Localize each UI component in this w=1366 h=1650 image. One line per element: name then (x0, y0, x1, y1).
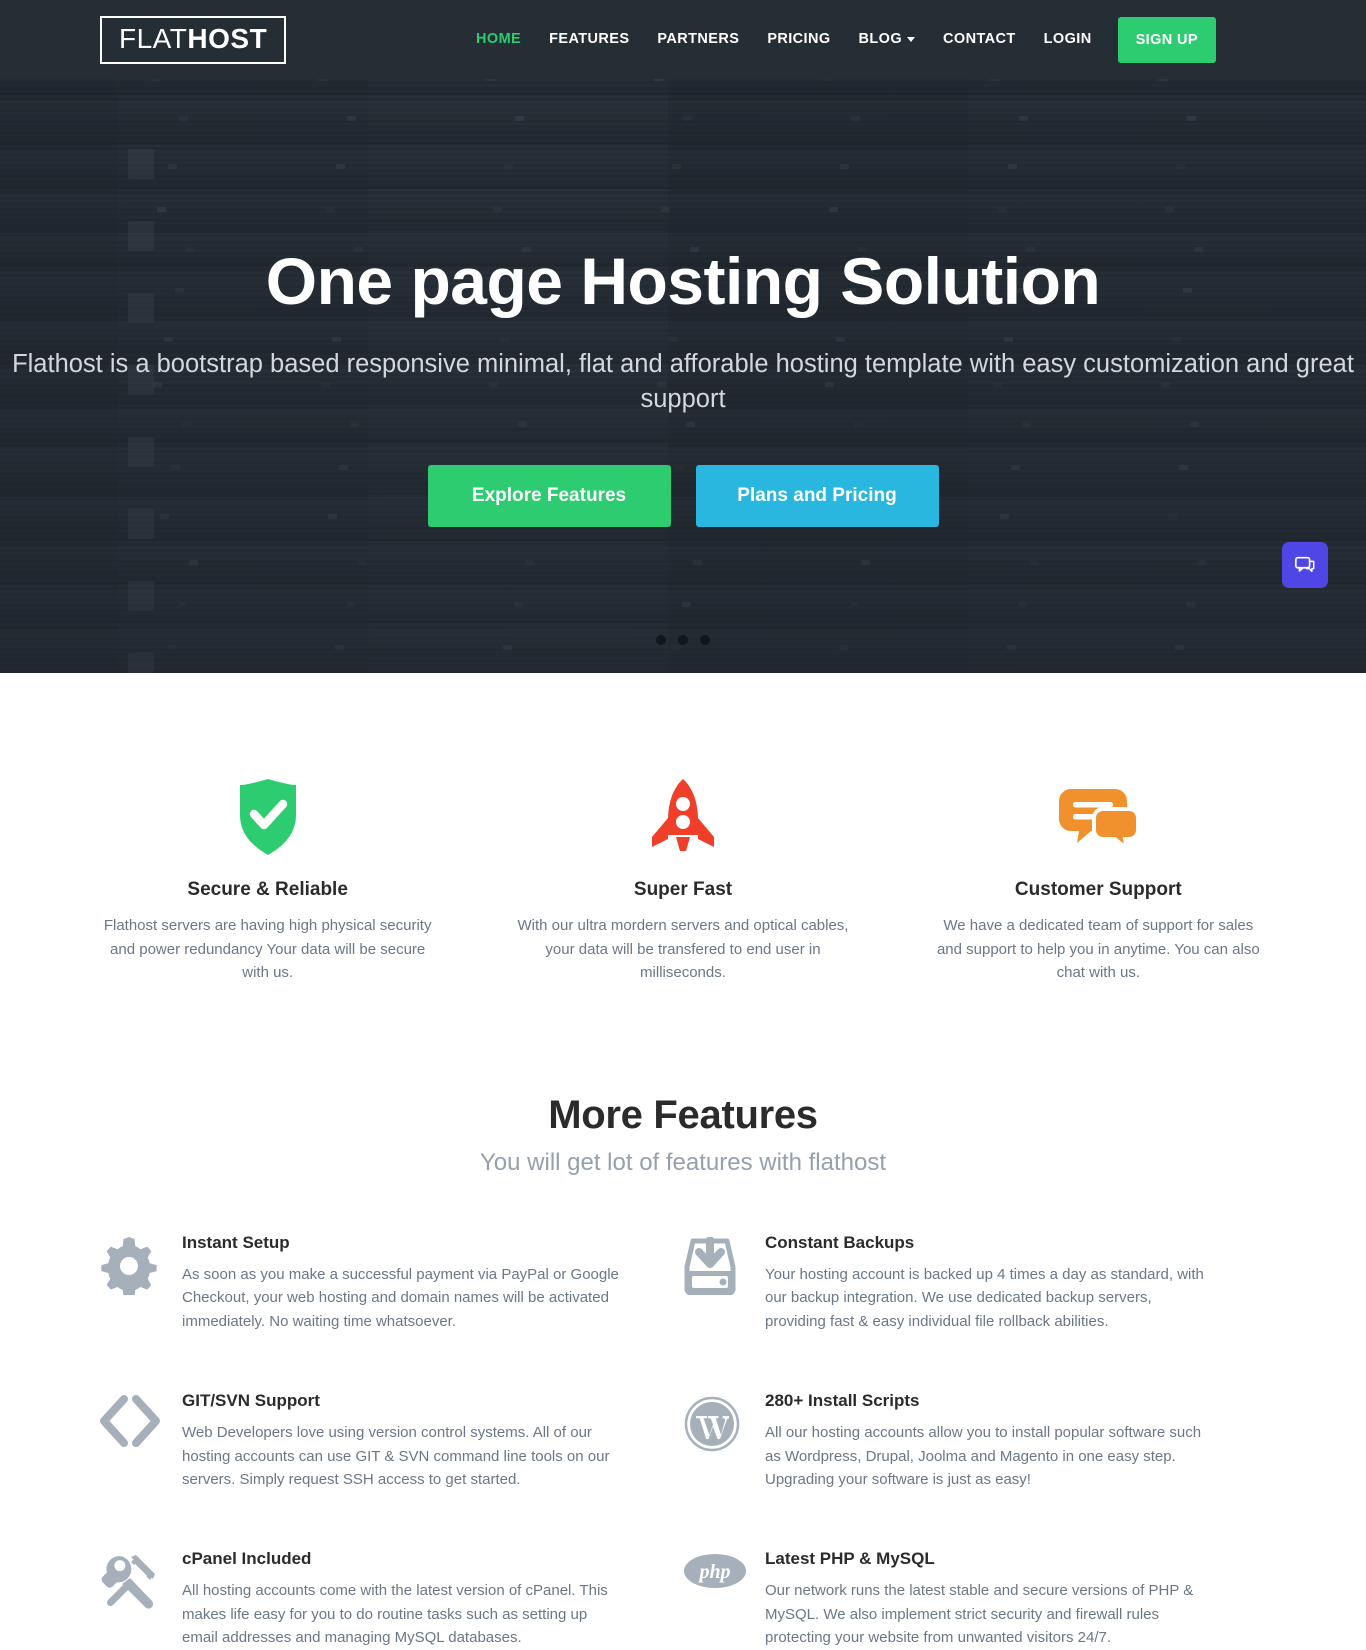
carousel-dot[interactable] (656, 635, 666, 645)
chat-bubble-icon (1295, 556, 1315, 573)
support-chat-icon (1059, 789, 1140, 855)
top-feature-title: Customer Support (1014, 879, 1182, 900)
feature-item: Constant Backups Your hosting account is… (683, 1233, 1266, 1333)
more-features-title: More Features (548, 1093, 818, 1138)
feature-body: cPanel Included All hosting accounts com… (182, 1549, 623, 1649)
site-logo[interactable]: FLATHOST (100, 15, 287, 64)
hero-title: One page Hosting Solution (265, 244, 1101, 318)
explore-features-button[interactable]: Explore Features (427, 464, 671, 527)
feature-desc: Web Developers love using version contro… (182, 1424, 610, 1489)
code-brackets-icon-wrap (100, 1391, 182, 1491)
more-features-subtitle: You will get lot of features with flatho… (479, 1149, 886, 1177)
logo-text: FLATHOST (119, 22, 268, 54)
gear-icon-wrap (100, 1233, 182, 1333)
feature-desc: Our network runs the latest stable and s… (765, 1582, 1194, 1647)
signup-button[interactable]: SIGN UP (1117, 16, 1216, 63)
rocket-icon (651, 779, 714, 851)
hero-content: One page Hosting Solution Flathost is a … (0, 79, 1366, 527)
wrench-screwdriver-icon (101, 1555, 155, 1610)
top-feature-card: Super Fast With our ultra mordern server… (475, 773, 890, 985)
wordpress-icon-wrap (683, 1391, 765, 1491)
hero-buttons: Explore Features Plans and Pricing (0, 464, 1366, 527)
feature-title: cPanel Included (182, 1549, 312, 1569)
feature-desc: All our hosting accounts allow you to in… (765, 1424, 1202, 1489)
feature-item: GIT/SVN Support Web Developers love usin… (100, 1391, 683, 1491)
more-features-header: More Features You will get lot of featur… (0, 985, 1366, 1177)
nav-item-blog[interactable]: BLOG (845, 0, 930, 79)
feature-desc: All hosting accounts come with the lates… (182, 1582, 608, 1647)
top-feature-card: Customer Support We have a dedicated tea… (891, 773, 1306, 985)
feature-desc: Your hosting account is backed up 4 time… (765, 1266, 1204, 1330)
feature-item: php Latest PHP & MySQL Our network runs … (683, 1549, 1266, 1649)
carousel-dots (0, 635, 1366, 645)
top-feature-card: Secure & Reliable Flathost servers are h… (60, 773, 475, 985)
feature-title: Instant Setup (182, 1233, 290, 1253)
gear-icon (101, 1237, 157, 1296)
feature-item: Instant Setup As soon as you make a succ… (100, 1233, 683, 1333)
feature-title: GIT/SVN Support (182, 1391, 320, 1411)
more-features-grid: Instant Setup As soon as you make a succ… (0, 1177, 1366, 1650)
wordpress-icon (684, 1396, 740, 1452)
rocket-icon-wrap (515, 773, 850, 857)
feature-title: 280+ Install Scripts (765, 1391, 920, 1411)
nav-item-partners[interactable]: PARTNERS (643, 0, 753, 79)
nav-links: HOME FEATURES PARTNERS PRICING BLOG CONTACT LO… (462, 0, 1216, 79)
hero-section: One page Hosting Solution Flathost is a … (0, 79, 1366, 673)
shield-check-icon (239, 779, 296, 855)
logo-text-bold: HOST (187, 22, 268, 54)
backup-inbox-icon (684, 1237, 736, 1296)
top-feature-desc: Flathost servers are having high physica… (103, 917, 432, 982)
nav-item-features[interactable]: FEATURES (535, 0, 643, 79)
php-icon-wrap: php (683, 1549, 765, 1649)
nav-item-login[interactable]: LOGIN (1030, 0, 1106, 79)
top-feature-desc: We have a dedicated team of support for … (936, 917, 1260, 982)
logo-text-light: FLAT (119, 22, 188, 54)
navbar: FLATHOST HOME FEATURES PARTNERS PRICING BLOG… (0, 0, 1366, 79)
nav-item-pricing[interactable]: PRICING (753, 0, 844, 79)
top-features-section: Secure & Reliable Flathost servers are h… (0, 673, 1366, 986)
shield-check-icon-wrap (100, 773, 435, 857)
code-brackets-icon (100, 1395, 160, 1448)
svg-text:php: php (697, 1561, 730, 1583)
feature-item: 280+ Install Scripts All our hosting acc… (683, 1391, 1266, 1491)
carousel-dot[interactable] (678, 635, 688, 645)
top-feature-title: Secure & Reliable (187, 879, 348, 900)
hero-subtitle: Flathost is a bootstrap based responsive… (12, 350, 1354, 414)
feature-body: Instant Setup As soon as you make a succ… (182, 1233, 623, 1333)
backup-inbox-icon-wrap (683, 1233, 765, 1333)
feature-body: 280+ Install Scripts All our hosting acc… (765, 1391, 1206, 1491)
top-feature-title: Super Fast (633, 879, 733, 900)
wrench-screwdriver-icon-wrap (100, 1549, 182, 1649)
feature-desc: As soon as you make a successful payment… (182, 1266, 619, 1330)
carousel-dot[interactable] (700, 635, 710, 645)
feature-body: Latest PHP & MySQL Our network runs the … (765, 1549, 1206, 1649)
support-chat-icon-wrap (931, 773, 1266, 857)
nav-item-home[interactable]: HOME (462, 0, 535, 79)
feature-title: Latest PHP & MySQL (765, 1549, 935, 1569)
feature-item: cPanel Included All hosting accounts com… (100, 1549, 683, 1649)
chevron-down-icon (907, 36, 916, 42)
nav-item-contact[interactable]: CONTACT (929, 0, 1030, 79)
chat-widget-button[interactable] (1282, 542, 1328, 588)
top-feature-desc: With our ultra mordern servers and optic… (517, 917, 849, 982)
feature-body: Constant Backups Your hosting account is… (765, 1233, 1206, 1333)
feature-title: Constant Backups (765, 1233, 915, 1253)
feature-body: GIT/SVN Support Web Developers love usin… (182, 1391, 623, 1491)
plans-and-pricing-button[interactable]: Plans and Pricing (695, 464, 939, 527)
php-icon: php (684, 1554, 746, 1589)
